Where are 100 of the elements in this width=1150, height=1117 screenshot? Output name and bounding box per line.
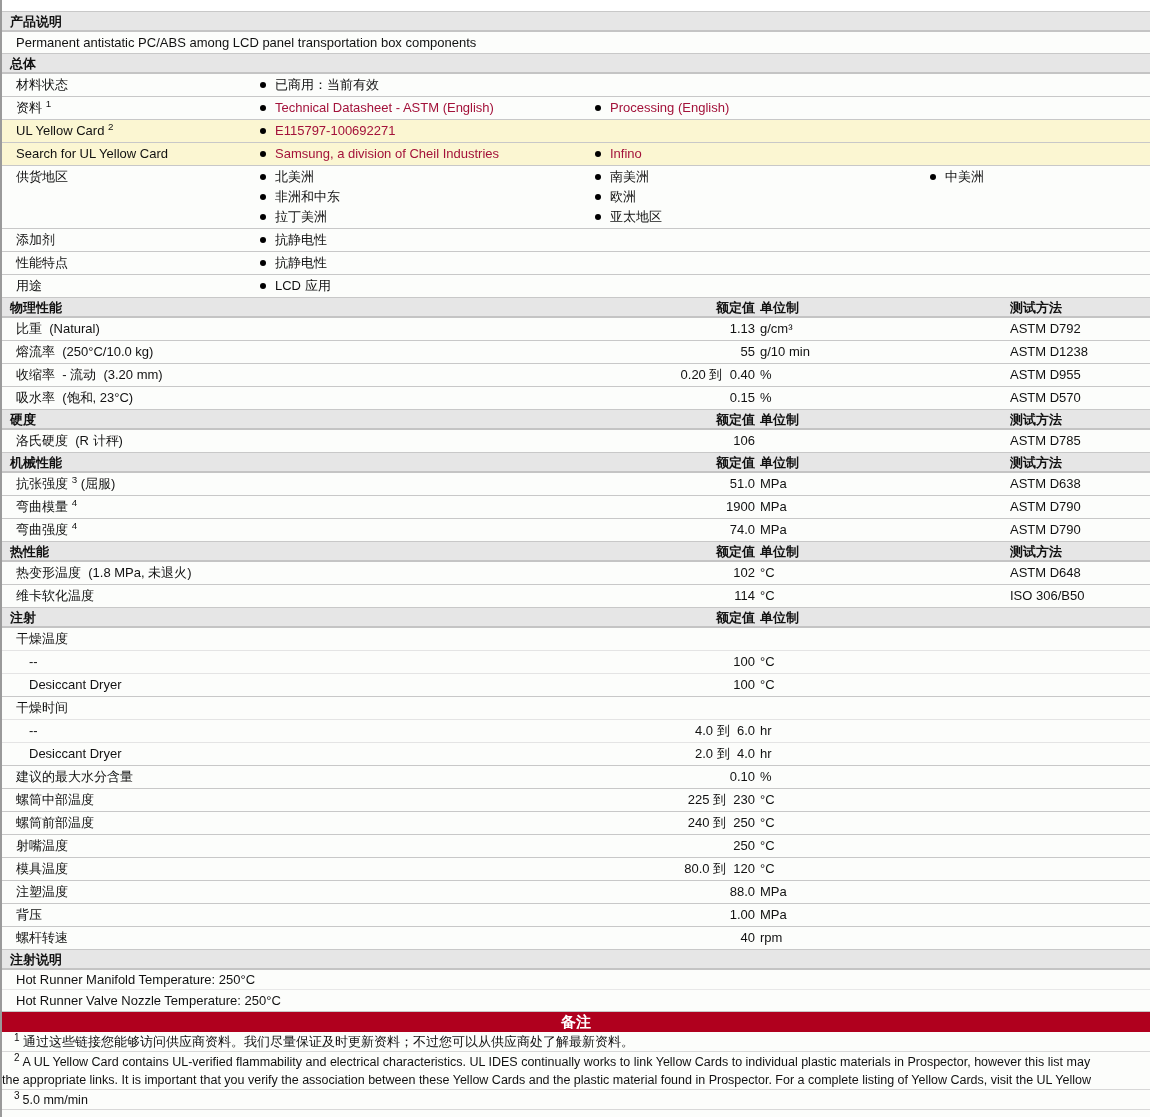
bullet-icon	[260, 82, 266, 88]
bullet-icon	[260, 194, 266, 200]
property-label: 射嘴温度	[15, 837, 68, 856]
property-label: 洛氏硬度 (R 计秤)	[15, 432, 123, 451]
property-label: 模具温度	[15, 860, 68, 879]
property-label: 背压	[15, 906, 42, 925]
value-cell-text: 240 到 250	[687, 814, 755, 833]
property-label: 资料 $^{1}$	[15, 98, 52, 118]
property-label: 螺筒前部温度	[15, 814, 94, 833]
notes-title: 备注	[561, 1011, 591, 1033]
bullet-icon	[260, 151, 266, 157]
value-cell-text: 102	[733, 564, 755, 583]
column-header: 测试方法	[1010, 412, 1062, 427]
link[interactable]: Processing (English)	[610, 98, 730, 118]
section-title: 注射说明	[9, 951, 63, 969]
value-cell-text: 0.20 到 0.40	[680, 366, 755, 385]
test-method: ISO 306/B50	[1010, 587, 1085, 606]
column-header: 额定值	[716, 454, 755, 472]
footnote-text: 通过这些链接您能够访问供应商资料。我们尽量保证及时更新资料；不过您可以从供应商处了解最新资料。	[22, 1035, 634, 1049]
property-label: 弯曲强度 $^{4}$	[15, 520, 78, 540]
description-text: Hot Runner Valve Nozzle Temperature: 250°C	[15, 991, 281, 1010]
column-header: 额定值	[716, 543, 755, 561]
column-header: 单位制	[760, 300, 799, 315]
bullet-icon	[260, 105, 266, 111]
list-item: 抗静电性	[275, 231, 327, 250]
column-header: 单位制	[760, 610, 799, 625]
value-cell-text: 51.0	[729, 475, 755, 494]
description-text: Permanent antistatic PC/ABS among LCD panel transportation box components	[15, 33, 477, 52]
test-method: ASTM D792	[1010, 320, 1081, 339]
bullet-icon	[260, 214, 266, 220]
section-title: 注射	[9, 609, 37, 627]
property-label: 建议的最大水分含量	[15, 768, 133, 787]
section-title: 产品说明	[9, 13, 63, 31]
property-label: UL Yellow Card $^{2}$	[15, 121, 114, 141]
unit-cell-text: °C	[760, 564, 775, 583]
property-label: Desiccant Dryer	[28, 676, 122, 695]
value-cell-text: 1.13	[729, 320, 755, 339]
unit-cell-text: g/10 min	[760, 343, 810, 362]
link[interactable]: Technical Datasheet - ASTM (English)	[275, 98, 494, 118]
link[interactable]: E115797-100692271	[275, 121, 396, 141]
value-cell-text: 40	[740, 929, 755, 948]
bullet-icon	[260, 283, 266, 289]
list-item: 抗静电性	[275, 254, 327, 273]
value-cell-text: 100	[733, 676, 755, 695]
property-label: 热变形温度 (1.8 MPa, 未退火)	[15, 564, 192, 583]
unit-cell-text: MPa	[760, 475, 787, 494]
value-cell-text: 1900	[726, 498, 755, 517]
property-label: 螺杆转速	[15, 929, 68, 948]
value-cell-text: 0.10	[729, 768, 755, 787]
column-header: 额定值	[716, 299, 755, 317]
test-method: ASTM D790	[1010, 521, 1081, 540]
test-method: ASTM D1238	[1010, 343, 1089, 362]
column-header: 单位制	[760, 544, 799, 559]
unit-cell-text: %	[760, 768, 772, 787]
list-item: 拉丁美洲	[275, 208, 327, 227]
footnote-mark: 2	[14, 1052, 20, 1063]
unit-cell-text: °C	[760, 791, 775, 810]
property-label: 干燥温度	[15, 630, 68, 649]
column-header: 测试方法	[1010, 455, 1062, 470]
footnote-mark: 1	[14, 1032, 20, 1043]
section-title: 总体	[8, 55, 37, 73]
value-cell-text: 2.0 到 4.0	[695, 745, 755, 764]
unit-cell-text: °C	[760, 860, 775, 879]
unit-cell-text: %	[760, 389, 772, 408]
footnote-text: 5.0 mm/min	[22, 1093, 88, 1107]
section-title: 硬度	[9, 411, 37, 429]
column-header: 测试方法	[1010, 300, 1062, 315]
bullet-icon	[595, 214, 601, 220]
property-label: 干燥时间	[15, 699, 68, 718]
property-label: --	[28, 722, 38, 741]
unit-cell-text: MPa	[760, 906, 787, 925]
value-cell-text: 74.0	[729, 521, 755, 540]
value-cell-text: 250	[733, 837, 755, 856]
value-cell-text: 225 到 230	[687, 791, 755, 810]
unit-cell-text: °C	[760, 676, 775, 695]
test-method: ASTM D638	[1010, 475, 1081, 494]
value-cell-text: 100	[733, 653, 755, 672]
section-title: 热性能	[9, 543, 50, 561]
column-header: 单位制	[760, 455, 799, 470]
list-item: 亚太地区	[610, 208, 662, 227]
list-item: 中美洲	[945, 168, 984, 187]
unit-cell-text: rpm	[760, 929, 783, 948]
value-cell-text: 4.0 到 6.0	[695, 722, 755, 741]
test-method: ASTM D570	[1010, 389, 1081, 408]
value-cell-text: 0.15	[729, 389, 755, 408]
property-label: 供货地区	[15, 168, 68, 187]
test-method: ASTM D648	[1010, 564, 1081, 583]
link[interactable]: Infino	[610, 144, 642, 164]
bullet-icon	[260, 128, 266, 134]
link[interactable]: Samsung, a division of Cheil Industries	[275, 144, 499, 164]
unit-cell-text: MPa	[760, 521, 787, 540]
property-label: 添加剂	[15, 231, 55, 250]
bullet-icon	[930, 174, 936, 180]
unit-cell-text: hr	[760, 722, 772, 741]
footnote-mark: 3	[14, 1090, 20, 1101]
bullet-icon	[260, 260, 266, 266]
bullet-icon	[595, 174, 601, 180]
bullet-icon	[595, 151, 601, 157]
property-label: 用途	[15, 277, 42, 296]
unit-cell-text: °C	[760, 814, 775, 833]
